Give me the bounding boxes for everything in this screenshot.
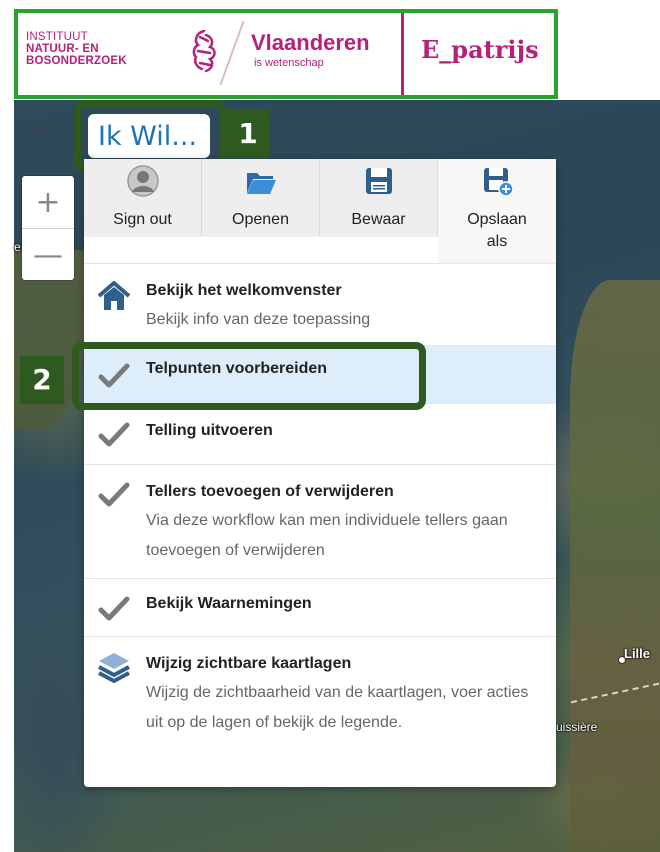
inbo-logo-line: BOSONDERZOEK (26, 55, 127, 67)
step-badge-2: 2 (20, 356, 64, 404)
app-header: INSTITUUT NATUUR- EN BOSONDERZOEK Vlaand… (14, 9, 558, 99)
menu-item-description: Via deze workflow kan men individuele te… (146, 512, 508, 559)
ik-wil-dropdown-menu: Sign out Openen Bewaar Opslaan als Bekij… (84, 159, 556, 787)
menu-item-bekijk-waarnemingen[interactable]: Bekijk Waarnemingen (84, 579, 556, 637)
map-city-label: e (14, 240, 21, 254)
save-icon (365, 168, 392, 194)
map-land (570, 280, 660, 852)
save-button[interactable]: Bewaar (320, 159, 438, 237)
menu-item-title: Bekijk het welkomvenster (146, 282, 342, 299)
vlaanderen-logo-title: Vlaanderen (251, 30, 370, 55)
menu-item-kaartlagen[interactable]: Wijzig zichtbare kaartlagen Wijzig de zi… (84, 637, 556, 787)
home-icon (97, 281, 131, 310)
zoom-out-button[interactable]: — (22, 229, 74, 281)
vlaanderen-logo-subtitle: is wetenschap (254, 57, 324, 69)
check-icon (98, 596, 130, 621)
expand-panel-toggle[interactable]: > (32, 118, 45, 144)
flemish-lion-icon (192, 29, 216, 73)
menu-item-tellers-toevoegen[interactable]: Tellers toevoegen of verwijderen Via dez… (84, 465, 556, 579)
sign-out-button[interactable]: Sign out (84, 159, 202, 237)
layers-icon (98, 653, 130, 683)
header-divider (401, 13, 404, 95)
inbo-logo: INSTITUUT NATUUR- EN BOSONDERZOEK (26, 31, 127, 67)
zoom-in-button[interactable]: + (22, 176, 74, 228)
inbo-logo-line: INSTITUUT (26, 31, 88, 43)
menu-item-title: Tellers toevoegen of verwijderen (146, 483, 394, 500)
menu-item-title: Bekijk Waarnemingen (146, 595, 312, 612)
save-as-icon (484, 168, 513, 197)
map-city-label-lille: Lille (624, 646, 651, 661)
save-as-label: Opslaan als (467, 211, 527, 250)
map-city-label: uissière (556, 720, 598, 734)
menu-item-telling-uitvoeren[interactable]: Telling uitvoeren (84, 404, 556, 465)
menu-item-description: Wijzig de zichtbaarheid van de kaartlage… (146, 684, 529, 731)
inbo-logo-line: NATUUR- EN (26, 43, 99, 55)
menu-item-description: Bekijk info van deze toepassing (146, 311, 371, 328)
save-label: Bewaar (351, 211, 406, 228)
sign-out-label: Sign out (113, 211, 172, 228)
open-label: Openen (232, 211, 289, 228)
check-icon (98, 422, 130, 447)
save-as-button[interactable]: Opslaan als (438, 159, 556, 263)
app-title: E_patrijs (421, 35, 539, 64)
folder-open-icon (246, 173, 276, 194)
zoom-control: + — (22, 176, 74, 280)
user-icon (126, 165, 159, 197)
step-badge-1: 1 (226, 110, 270, 158)
check-icon (98, 482, 130, 507)
open-button[interactable]: Openen (202, 159, 320, 237)
menu-item-welkomvenster[interactable]: Bekijk het welkomvenster Bekijk info van… (84, 264, 556, 346)
menu-toolbar: Sign out Openen Bewaar Opslaan als (84, 159, 556, 263)
highlight-box-step-2 (72, 342, 426, 410)
menu-item-title: Wijzig zichtbare kaartlagen (146, 655, 352, 672)
menu-item-title: Telling uitvoeren (146, 422, 273, 439)
